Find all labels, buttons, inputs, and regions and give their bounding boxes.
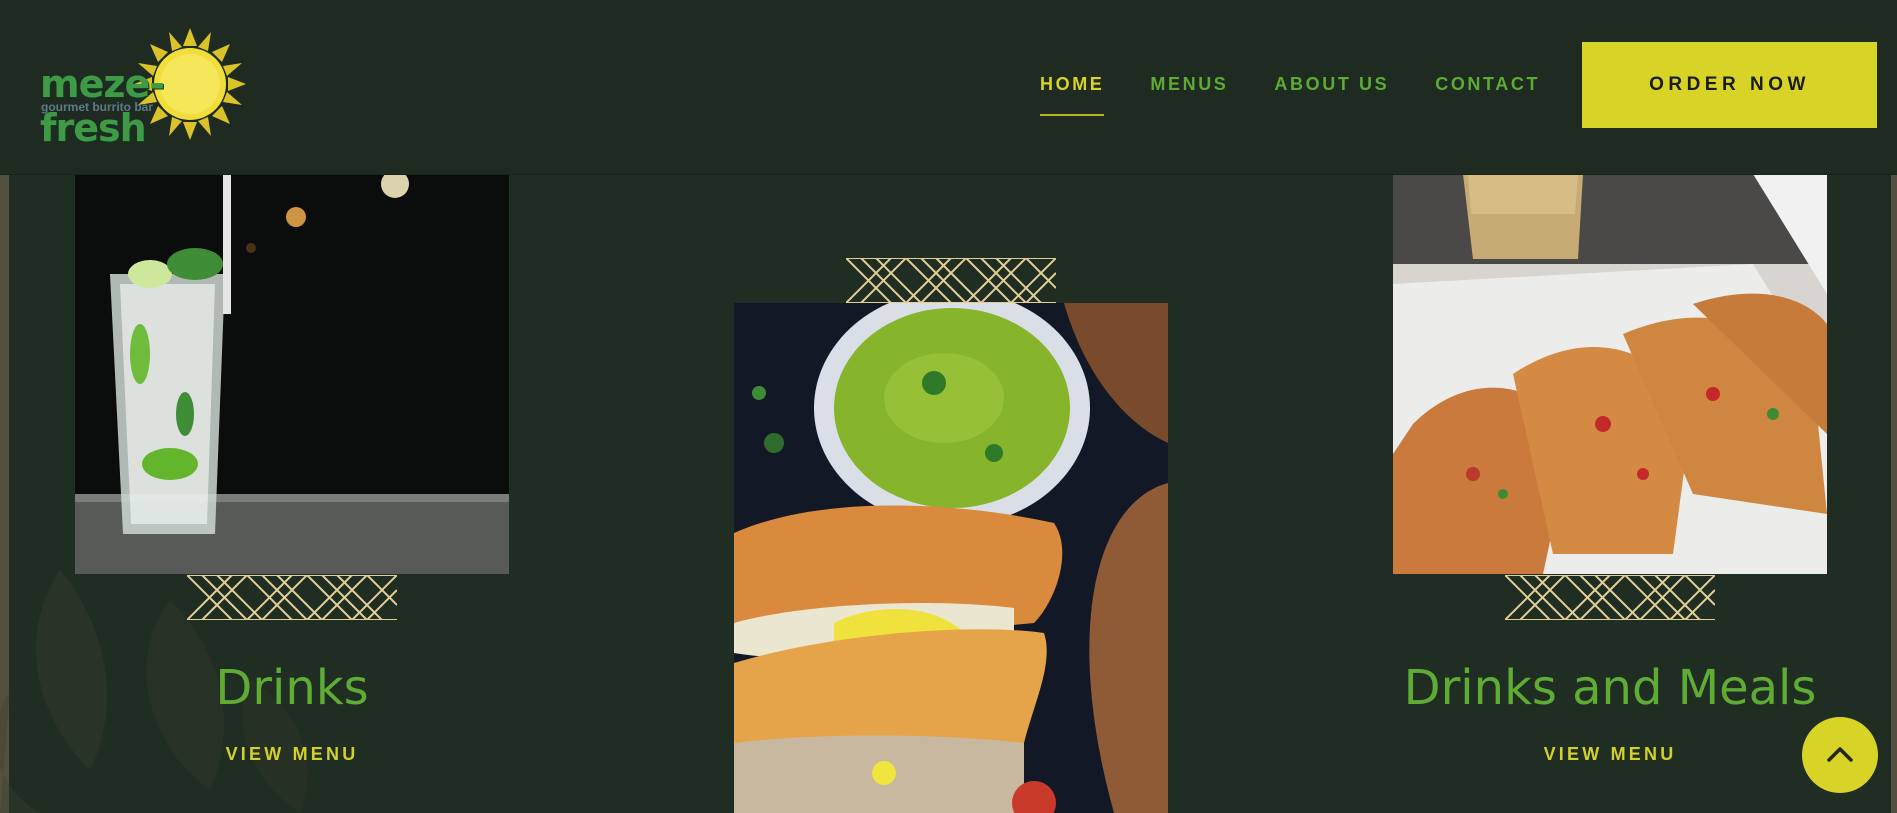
site-header: meze-fresh gourmet burrito bar HOME MENU… — [0, 0, 1897, 175]
drinks-image[interactable] — [75, 174, 509, 574]
decorative-pattern — [1505, 575, 1715, 620]
tacos-image[interactable] — [734, 303, 1168, 813]
right-border-strip — [1891, 174, 1897, 813]
nav-item-about-us[interactable]: ABOUT US — [1274, 74, 1389, 96]
chevron-up-icon — [1827, 747, 1853, 762]
card-title: Drinks and Meals — [1403, 660, 1817, 716]
nav-item-contact[interactable]: CONTACT — [1435, 74, 1540, 96]
order-now-button[interactable]: ORDER NOW — [1582, 42, 1877, 128]
quesadilla-illustration — [1393, 174, 1827, 574]
view-menu-link[interactable]: VIEW MENU — [1393, 744, 1827, 765]
card-title: Drinks — [215, 660, 369, 716]
tacos-illustration — [734, 303, 1168, 813]
nav-item-home[interactable]: HOME — [1040, 74, 1105, 116]
main-nav: HOME MENUS ABOUT US CONTACT — [1040, 74, 1540, 116]
brand-tagline: gourmet burrito bar — [41, 100, 154, 114]
quesadilla-image[interactable] — [1393, 174, 1827, 574]
decorative-pattern — [846, 258, 1056, 303]
view-menu-link[interactable]: VIEW MENU — [75, 744, 509, 765]
decorative-pattern — [187, 575, 397, 620]
mojito-illustration — [75, 174, 509, 574]
site-logo[interactable]: meze-fresh gourmet burrito bar — [38, 28, 248, 150]
scroll-to-top-button[interactable] — [1802, 717, 1878, 793]
nav-item-menus[interactable]: MENUS — [1150, 74, 1228, 96]
